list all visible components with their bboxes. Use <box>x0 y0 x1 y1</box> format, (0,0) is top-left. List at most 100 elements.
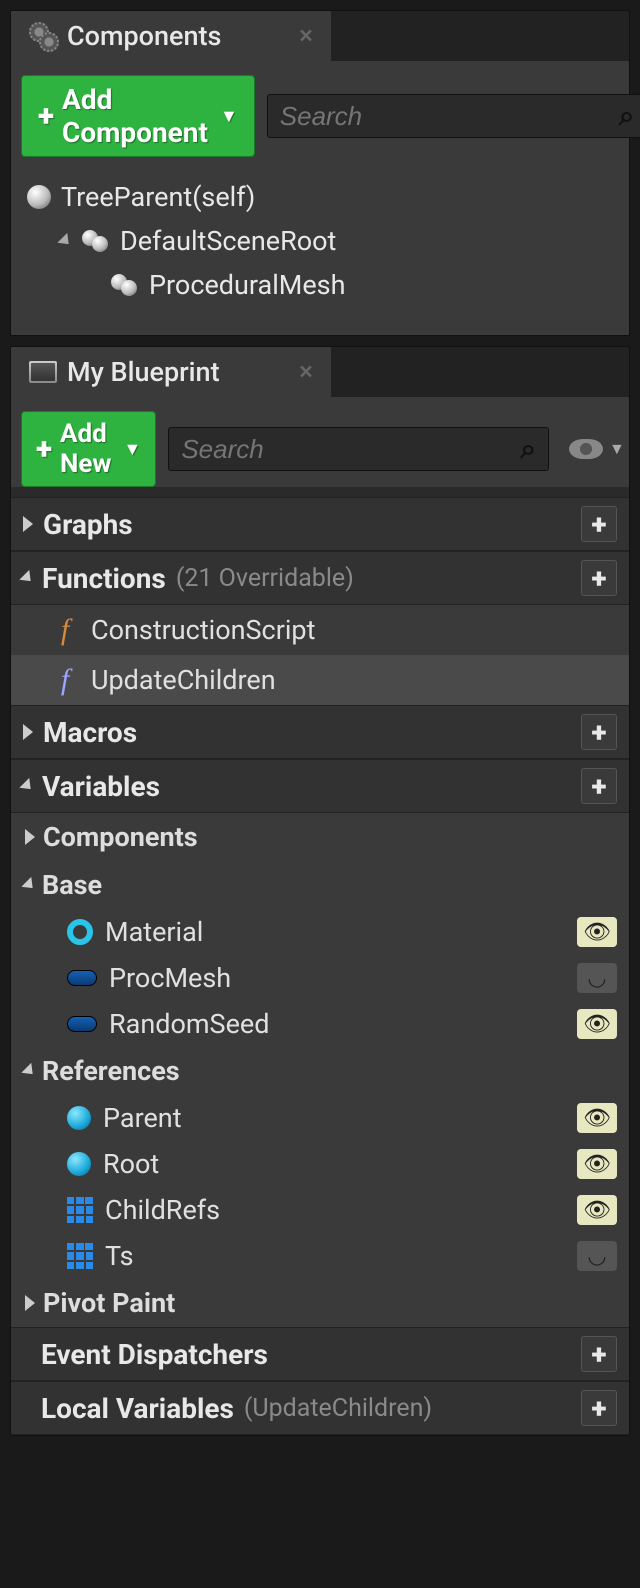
vargroup-base-label: Base <box>42 869 102 901</box>
section-graphs[interactable]: Graphs + <box>11 497 629 551</box>
chevron-down-icon: ▼ <box>220 106 238 127</box>
components-panel: Components × + Add Component ▼ ⌕ TreePar… <box>10 10 630 336</box>
collapse-icon[interactable] <box>19 778 35 794</box>
scene-icon <box>82 230 110 252</box>
plus-icon: + <box>38 99 54 134</box>
actor-type-icon <box>67 1152 91 1176</box>
variable-label: RandomSeed <box>109 1008 269 1040</box>
tree-child-label: ProceduralMesh <box>149 269 345 301</box>
section-localvariables[interactable]: Local Variables (UpdateChildren) + <box>11 1381 629 1435</box>
tree-root-label: TreeParent(self) <box>61 181 255 213</box>
add-localvariable-button[interactable]: + <box>581 1390 617 1426</box>
collapse-icon[interactable] <box>21 877 37 893</box>
tree-sceneroot-label: DefaultSceneRoot <box>120 225 336 257</box>
myblueprint-tab[interactable]: My Blueprint × <box>11 347 331 397</box>
search-icon: ⌕ <box>619 99 635 133</box>
view-options-button[interactable]: ▼ <box>561 435 633 463</box>
components-tab-header: Components × <box>11 11 629 61</box>
mesh-icon <box>111 274 139 296</box>
vargroup-components[interactable]: Components <box>11 813 629 861</box>
close-icon[interactable]: × <box>299 357 313 387</box>
section-variables[interactable]: Variables + <box>11 759 629 813</box>
section-localvariables-sub: (UpdateChildren) <box>244 1394 432 1423</box>
myblueprint-tab-title: My Blueprint <box>67 356 220 388</box>
variable-procmesh[interactable]: ProcMesh <box>11 955 629 1001</box>
vargroup-pivotpaint-label: Pivot Paint <box>43 1287 175 1319</box>
variable-label: ProcMesh <box>109 962 231 994</box>
vargroup-base[interactable]: Base <box>11 861 629 909</box>
tree-root-row[interactable]: TreeParent(self) <box>21 175 619 219</box>
visibility-toggle[interactable]: 👁 <box>577 1009 617 1039</box>
function-item-updatechildren[interactable]: f UpdateChildren <box>11 655 629 705</box>
search-icon: ⌕ <box>520 432 536 466</box>
variable-parent[interactable]: Parent 👁 <box>11 1095 629 1141</box>
myblueprint-search[interactable]: ⌕ <box>168 427 549 471</box>
visibility-toggle[interactable] <box>577 963 617 993</box>
add-variable-button[interactable]: + <box>581 768 617 804</box>
vargroup-references-label: References <box>42 1055 180 1087</box>
section-functions[interactable]: Functions (21 Overridable) + <box>11 551 629 605</box>
visibility-toggle[interactable]: 👁 <box>577 1103 617 1133</box>
eye-icon <box>569 439 603 459</box>
variable-randomseed[interactable]: RandomSeed 👁 <box>11 1001 629 1047</box>
expand-icon[interactable] <box>57 233 73 249</box>
section-localvariables-label: Local Variables <box>41 1392 234 1425</box>
add-function-button[interactable]: + <box>581 560 617 596</box>
add-macro-button[interactable]: + <box>581 714 617 750</box>
add-component-label: Add Component <box>62 83 208 149</box>
add-eventdispatcher-button[interactable]: + <box>581 1336 617 1372</box>
expand-icon[interactable] <box>23 516 33 532</box>
add-new-label: Add New <box>60 419 111 479</box>
visibility-toggle[interactable] <box>577 1241 617 1271</box>
tree-child-row[interactable]: ProceduralMesh <box>21 263 619 307</box>
collapse-icon[interactable] <box>21 1063 37 1079</box>
components-tab[interactable]: Components × <box>11 11 331 61</box>
myblueprint-tab-header: My Blueprint × <box>11 347 629 397</box>
array-type-icon <box>67 1243 93 1269</box>
myblueprint-body: + Add New ▼ ⌕ ▼ <box>11 397 629 487</box>
function-item-label: UpdateChildren <box>91 664 276 696</box>
variable-label: Root <box>103 1148 159 1180</box>
add-component-button[interactable]: + Add Component ▼ <box>21 75 255 157</box>
gears-icon <box>29 22 57 50</box>
variable-root[interactable]: Root 👁 <box>11 1141 629 1187</box>
expand-icon[interactable] <box>25 1295 35 1311</box>
visibility-toggle[interactable]: 👁 <box>577 1195 617 1225</box>
expand-icon[interactable] <box>25 829 35 845</box>
myblueprint-search-input[interactable] <box>181 434 520 465</box>
collapse-icon[interactable] <box>19 570 35 586</box>
object-type-icon <box>67 970 97 986</box>
variable-childrefs[interactable]: ChildRefs 👁 <box>11 1187 629 1233</box>
section-macros[interactable]: Macros + <box>11 705 629 759</box>
variable-label: Material <box>105 916 203 948</box>
section-eventdispatchers[interactable]: Event Dispatchers + <box>11 1327 629 1381</box>
actor-type-icon <box>67 1106 91 1130</box>
components-tree: TreeParent(self) DefaultSceneRoot Proced… <box>21 167 619 325</box>
function-item-label: ConstructionScript <box>91 614 315 646</box>
section-functions-label: Functions <box>42 562 166 595</box>
components-search[interactable]: ⌕ <box>267 94 640 138</box>
array-type-icon <box>67 1197 93 1223</box>
book-icon <box>29 361 57 383</box>
section-macros-label: Macros <box>43 716 137 749</box>
section-graphs-label: Graphs <box>43 508 133 541</box>
add-new-button[interactable]: + Add New ▼ <box>21 411 156 487</box>
material-type-icon <box>67 919 93 945</box>
add-graph-button[interactable]: + <box>581 506 617 542</box>
tree-sceneroot-row[interactable]: DefaultSceneRoot <box>21 219 619 263</box>
variable-ts[interactable]: Ts <box>11 1233 629 1279</box>
function-item-constructionscript[interactable]: f ConstructionScript <box>11 605 629 655</box>
vargroup-pivotpaint[interactable]: Pivot Paint <box>11 1279 629 1327</box>
actor-icon <box>27 185 51 209</box>
variable-material[interactable]: Material 👁 <box>11 909 629 955</box>
object-type-icon <box>67 1016 97 1032</box>
close-icon[interactable]: × <box>299 21 313 51</box>
expand-icon[interactable] <box>23 724 33 740</box>
visibility-toggle[interactable]: 👁 <box>577 917 617 947</box>
variable-label: ChildRefs <box>105 1194 220 1226</box>
vargroup-components-label: Components <box>43 821 198 853</box>
visibility-toggle[interactable]: 👁 <box>577 1149 617 1179</box>
vargroup-references[interactable]: References <box>11 1047 629 1095</box>
function-icon: f <box>51 663 79 697</box>
components-search-input[interactable] <box>280 101 619 132</box>
